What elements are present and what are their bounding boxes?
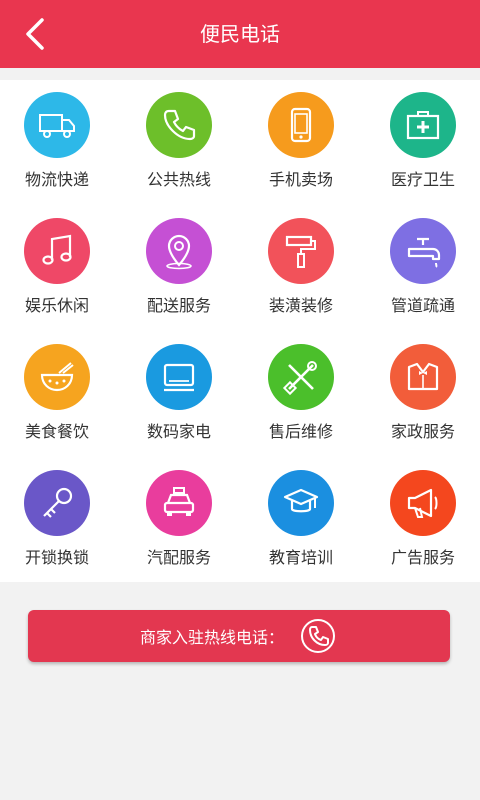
category-label: 管道疏通: [390, 296, 455, 315]
category-education[interactable]: 教育培训: [244, 458, 364, 584]
category-grid: 物流快递 公共热线 手机卖场 医疗卫生 娱乐休闲 配送服务 装潢装修 管道疏通 …: [0, 80, 480, 582]
category-label: 物流快递: [24, 170, 89, 189]
category-medical[interactable]: 医疗卫生: [366, 80, 480, 206]
category-housekeeping[interactable]: 家政服务: [366, 332, 480, 458]
app-header: 便民电话: [0, 0, 480, 68]
category-label: 数码家电: [146, 422, 211, 441]
paint-roller-icon: [268, 218, 334, 284]
faucet-icon: [390, 218, 456, 284]
category-advertising[interactable]: 广告服务: [366, 458, 480, 584]
food-bowl-icon: [24, 344, 90, 410]
category-label: 广告服务: [390, 548, 455, 567]
category-delivery[interactable]: 配送服务: [122, 206, 242, 332]
category-renovation[interactable]: 装潢装修: [244, 206, 364, 332]
hotline-label: 商家入驻热线电话：: [139, 628, 284, 647]
taxi-icon: [146, 470, 212, 536]
category-label: 公共热线: [146, 170, 211, 189]
category-label: 汽配服务: [146, 548, 211, 567]
map-pin-icon: [146, 218, 212, 284]
category-entertainment[interactable]: 娱乐休闲: [0, 206, 120, 332]
category-label: 娱乐休闲: [24, 296, 89, 315]
key-icon: [24, 470, 90, 536]
category-auto-parts[interactable]: 汽配服务: [122, 458, 242, 584]
truck-icon: [24, 92, 90, 158]
category-label: 家政服务: [390, 422, 455, 441]
page-title: 便民电话: [200, 22, 280, 46]
mobile-icon: [268, 92, 334, 158]
merchant-hotline-button[interactable]: 商家入驻热线电话：: [28, 610, 450, 662]
category-logistics[interactable]: 物流快递: [0, 80, 120, 206]
category-label: 医疗卫生: [390, 170, 455, 189]
category-digital-appliances[interactable]: 数码家电: [122, 332, 242, 458]
tools-icon: [268, 344, 334, 410]
category-label: 美食餐饮: [24, 422, 89, 441]
category-plumbing[interactable]: 管道疏通: [366, 206, 480, 332]
medical-kit-icon: [390, 92, 456, 158]
category-label: 手机卖场: [268, 170, 333, 189]
category-label: 装潢装修: [268, 296, 333, 315]
category-label: 售后维修: [268, 422, 333, 441]
phone-icon: [146, 92, 212, 158]
category-dining[interactable]: 美食餐饮: [0, 332, 120, 458]
tuxedo-icon: [390, 344, 456, 410]
category-label: 配送服务: [146, 296, 211, 315]
category-mobile-store[interactable]: 手机卖场: [244, 80, 364, 206]
category-repair[interactable]: 售后维修: [244, 332, 364, 458]
category-locksmith[interactable]: 开锁换锁: [0, 458, 120, 584]
category-label: 教育培训: [268, 548, 333, 567]
appliance-icon: [146, 344, 212, 410]
phone-call-icon: [301, 619, 335, 653]
graduation-cap-icon: [268, 470, 334, 536]
megaphone-icon: [390, 470, 456, 536]
category-label: 开锁换锁: [24, 548, 89, 567]
music-note-icon: [24, 218, 90, 284]
category-public-hotline[interactable]: 公共热线: [122, 80, 242, 206]
